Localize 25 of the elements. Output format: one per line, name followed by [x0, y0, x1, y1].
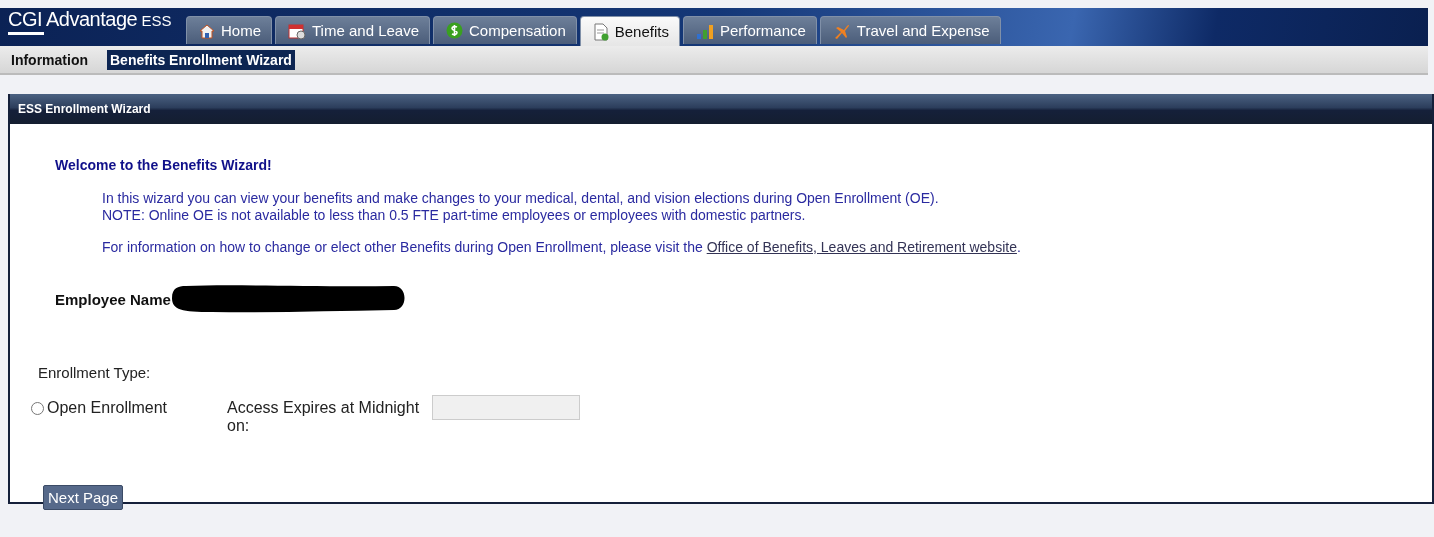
- open-enrollment-radio[interactable]: Open Enrollment: [31, 399, 227, 417]
- welcome-heading: Welcome to the Benefits Wizard!: [55, 157, 273, 173]
- panel-title: ESS Enrollment Wizard: [10, 94, 1432, 124]
- nav-tab[interactable]: Travel and Expense: [819, 16, 1001, 44]
- info-text: For information on how to change or elect other Benefits during Open Enrollment, please visit the Office of Benefits, Leaves and Retirement website.: [102, 239, 1022, 255]
- employee-name-label: Employee Name: [55, 290, 171, 308]
- bar-chart-icon: [695, 22, 714, 39]
- benefits-website-link[interactable]: Office of Benefits, Leaves and Retirement website: [706, 239, 1017, 255]
- next-page-button[interactable]: Next Page: [43, 485, 124, 510]
- access-expires-label: Access Expires at Midnight on:: [227, 399, 421, 435]
- enrollment-type-label: Enrollment Type:: [38, 364, 152, 381]
- intro-text: In this wizard you can view your benefits and make changes to your medical, dental, and vision elections during Open Enrollment (OE).: [102, 190, 940, 207]
- intro-text: NOTE: Online OE is not available to less than 0.5 FTE part-time employees or employees with domestic partners.: [102, 207, 807, 224]
- nav-tab[interactable]: Compensation: [433, 16, 577, 44]
- dollar-coin-icon: [446, 22, 464, 39]
- sub-tab[interactable]: Benefits Enrollment Wizard: [107, 49, 295, 70]
- nav-tab[interactable]: Time and Leave: [275, 16, 431, 44]
- calendar-icon: [288, 21, 306, 40]
- nav-tab[interactable]: Home: [186, 16, 272, 44]
- house-icon: [199, 22, 215, 39]
- sub-tab[interactable]: Information: [8, 49, 91, 70]
- document-icon: [592, 22, 609, 41]
- nav-tab[interactable]: Performance: [682, 16, 817, 44]
- nav-tab[interactable]: Benefits: [579, 16, 680, 46]
- app-logo: CGI Advantage ESS: [0, 8, 186, 46]
